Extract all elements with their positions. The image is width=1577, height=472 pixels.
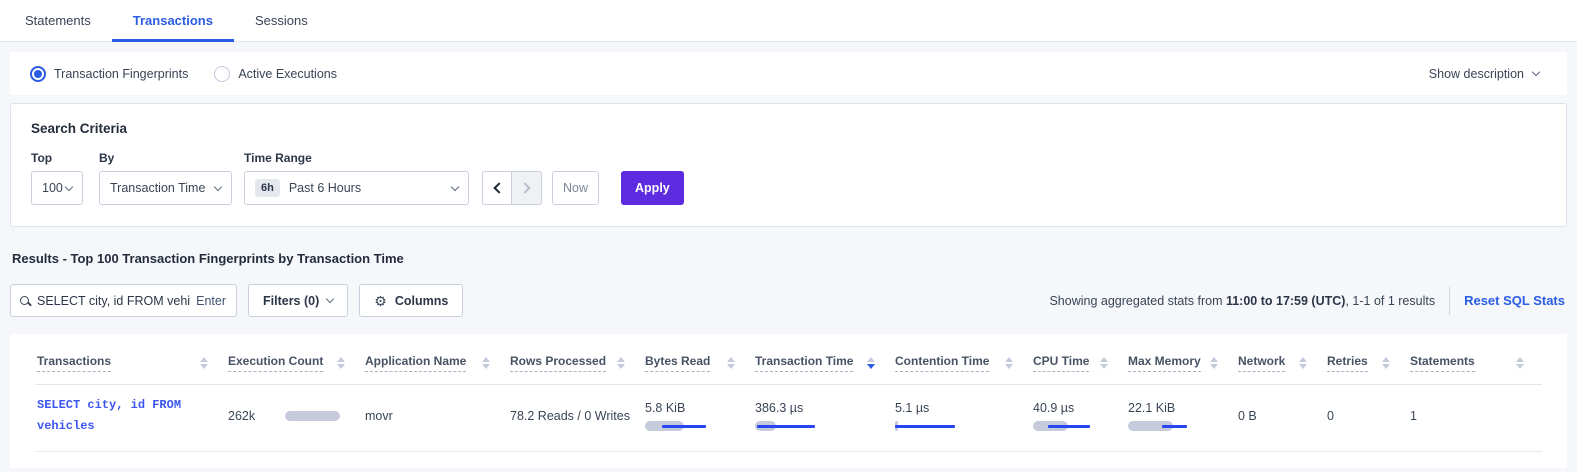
col-header-transaction-time[interactable]: Transaction Time (753, 346, 893, 384)
cell-retries: 0 (1325, 385, 1408, 451)
chevron-down-icon (326, 295, 334, 303)
execution-count-bar (285, 411, 351, 421)
search-criteria-controls: Top 100 By Transaction Time Time Range 6… (31, 151, 1546, 205)
top-select[interactable]: 100 (31, 171, 83, 205)
time-range-select[interactable]: 6h Past 6 Hours (244, 171, 469, 205)
sort-icon[interactable] (1210, 357, 1218, 369)
sort-icon[interactable] (1005, 357, 1013, 369)
transactions-table: Transactions Execution Count Application… (10, 334, 1567, 468)
sort-icon[interactable] (617, 357, 625, 369)
transaction-time-bar (755, 421, 881, 431)
chevron-down-icon (65, 182, 73, 190)
search-input[interactable] (37, 294, 190, 308)
table-header-row: Transactions Execution Count Application… (35, 346, 1542, 385)
tab-sessions[interactable]: Sessions (234, 0, 329, 41)
by-select[interactable]: Transaction Time (99, 171, 232, 205)
col-header-rows-processed[interactable]: Rows Processed (508, 346, 643, 384)
col-header-max-memory[interactable]: Max Memory (1126, 346, 1236, 384)
chevron-down-icon (451, 182, 459, 190)
cell-statements: 1 (1408, 385, 1542, 451)
time-range-field: Time Range 6h Past 6 Hours (244, 151, 482, 205)
radio-transaction-fingerprints[interactable]: Transaction Fingerprints (30, 66, 188, 82)
sort-icon[interactable] (1100, 357, 1108, 369)
enter-hint: Enter (196, 294, 226, 308)
radio-selected-icon (30, 66, 46, 82)
by-field: By Transaction Time (99, 151, 244, 205)
cell-rows-processed: 78.2 Reads / 0 Writes (508, 385, 643, 451)
results-title: Results - Top 100 Transaction Fingerprin… (12, 251, 1577, 266)
radio-active-executions[interactable]: Active Executions (214, 66, 337, 82)
col-header-application-name[interactable]: Application Name (363, 346, 508, 384)
cell-contention-time: 5.1 µs (893, 385, 1031, 451)
sort-icon[interactable] (727, 357, 735, 369)
chevron-right-icon (519, 182, 530, 193)
next-range-button[interactable] (512, 171, 542, 205)
stats-time-range: 11:00 to 17:59 (UTC) (1226, 294, 1345, 308)
transaction-fingerprint-link[interactable]: SELECT city, id FROM vehicles (35, 385, 200, 451)
cell-cpu-time: 40.9 µs (1031, 385, 1126, 451)
sort-icon[interactable] (337, 357, 345, 369)
search-criteria-title: Search Criteria (31, 121, 1546, 136)
cell-application-name: movr (363, 385, 508, 451)
columns-button[interactable]: ⚙ Columns (359, 284, 463, 317)
chevron-down-icon (214, 182, 222, 190)
gear-icon: ⚙ (374, 294, 387, 308)
table-row: SELECT city, id FROM vehicles 262k movr … (35, 385, 1542, 452)
tab-statements[interactable]: Statements (4, 0, 112, 41)
sort-icon[interactable] (200, 357, 208, 369)
aggregated-stats-text: Showing aggregated stats from 11:00 to 1… (1049, 294, 1435, 308)
col-header-statements[interactable]: Statements (1408, 346, 1542, 384)
cell-max-memory: 22.1 KiB (1126, 385, 1236, 451)
search-criteria-card: Search Criteria Top 100 By Transaction T… (10, 103, 1567, 227)
cell-bytes-read: 5.8 KiB (643, 385, 753, 451)
col-header-transactions[interactable]: Transactions (35, 346, 226, 384)
contention-time-bar (895, 421, 1019, 431)
col-header-network[interactable]: Network (1236, 346, 1325, 384)
sort-icon[interactable] (1299, 357, 1307, 369)
divider (1449, 287, 1450, 315)
col-header-bytes-read[interactable]: Bytes Read (643, 346, 753, 384)
radio-unselected-icon (214, 66, 230, 82)
bytes-read-bar (645, 421, 741, 431)
col-header-execution-count[interactable]: Execution Count (226, 346, 363, 384)
cpu-time-bar (1033, 421, 1114, 431)
sort-icon[interactable] (482, 357, 490, 369)
max-memory-bar (1128, 421, 1224, 431)
filters-button[interactable]: Filters (0) (248, 284, 348, 317)
time-range-pager (482, 171, 542, 205)
tab-transactions[interactable]: Transactions (112, 0, 234, 41)
chevron-down-icon (1532, 68, 1540, 76)
sql-search-box[interactable]: Enter (10, 284, 237, 317)
sort-icon[interactable] (1516, 357, 1524, 369)
col-header-contention-time[interactable]: Contention Time (893, 346, 1031, 384)
col-header-cpu-time[interactable]: CPU Time (1031, 346, 1126, 384)
search-icon (20, 296, 29, 305)
page-tabs: Statements Transactions Sessions (0, 0, 1577, 42)
time-range-badge: 6h (255, 179, 280, 197)
apply-button[interactable]: Apply (621, 171, 684, 205)
results-controls: Enter Filters (0) ⚙ Columns Showing aggr… (10, 284, 1567, 317)
now-button[interactable]: Now (552, 171, 599, 205)
show-description-toggle[interactable]: Show description (1429, 67, 1539, 81)
cell-transaction-time: 386.3 µs (753, 385, 893, 451)
chevron-left-icon (493, 182, 504, 193)
cell-execution-count: 262k (226, 385, 363, 451)
transactions-page: Statements Transactions Sessions Transac… (0, 0, 1577, 468)
sort-icon[interactable] (1382, 357, 1390, 369)
reset-sql-stats-link[interactable]: Reset SQL Stats (1464, 293, 1565, 308)
previous-range-button[interactable] (482, 171, 512, 205)
view-toggle-band: Transaction Fingerprints Active Executio… (10, 52, 1567, 95)
cell-network: 0 B (1236, 385, 1325, 451)
sort-icon[interactable] (867, 357, 875, 369)
col-header-retries[interactable]: Retries (1325, 346, 1408, 384)
top-field: Top 100 (31, 151, 99, 205)
